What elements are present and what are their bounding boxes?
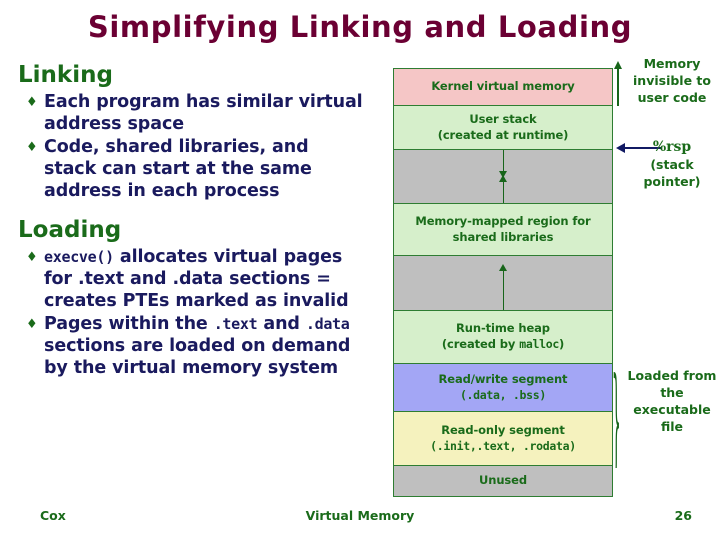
register-rsp-label: %rsp xyxy=(652,139,692,155)
mem-block-label: Read/write segment xyxy=(438,371,568,386)
mem-block-heap-gap xyxy=(394,256,612,311)
code-dot-text: .text xyxy=(213,314,258,333)
list-item: ♦ Each program has similar virtual addre… xyxy=(18,92,363,136)
mem-block-sublabel: shared libraries xyxy=(452,229,554,244)
linking-bullet-list: ♦ Each program has similar virtual addre… xyxy=(18,92,363,202)
heap-grow-up-arrow-icon xyxy=(500,264,507,310)
mem-block-read-only-segment: Read-only segment (.init,.text, .rodata) xyxy=(394,412,612,466)
mem-block-sublabel-code: (.init,.text, .rodata) xyxy=(430,438,576,453)
executable-brace-icon: } xyxy=(612,366,621,468)
mem-block-label: User stack xyxy=(469,111,537,126)
annotation-loaded-from-executable: Loaded from the executable file xyxy=(627,368,717,434)
mem-block-label: Memory-mapped region for xyxy=(415,213,591,228)
stack-grow-down-arrow-icon xyxy=(500,150,507,178)
slide-footer: Cox Virtual Memory 26 xyxy=(0,508,720,528)
mem-block-memory-mapped: Memory-mapped region for shared librarie… xyxy=(394,204,612,256)
bullet-diamond-icon: ♦ xyxy=(26,140,38,156)
virtual-address-space-diagram: Kernel virtual memory User stack (create… xyxy=(393,68,613,497)
mem-block-sublabel: (created at runtime) xyxy=(437,127,569,142)
mem-block-sublabel-code: (.data, .bss) xyxy=(459,387,547,402)
mem-block-runtime-heap: Run-time heap (created by malloc) xyxy=(394,311,612,364)
sublabel-suffix: ) xyxy=(558,337,565,351)
mem-block-unused: Unused xyxy=(394,466,612,496)
annotation-stack-pointer: %rsp (stack pointer) xyxy=(626,138,718,191)
code-dot-data: .data xyxy=(305,314,350,333)
bullet-diamond-icon: ♦ xyxy=(26,250,38,266)
content-column: Linking ♦ Each program has similar virtu… xyxy=(18,62,363,381)
mem-block-label: Read-only segment xyxy=(441,422,565,437)
list-item: ♦ Pages within the .text and .data secti… xyxy=(18,314,363,380)
section-heading-linking: Linking xyxy=(18,62,113,88)
mem-block-label: Unused xyxy=(479,473,527,488)
mem-block-sublabel: (created by malloc) xyxy=(442,337,564,353)
list-item: ♦ Code, shared libraries, and stack can … xyxy=(18,137,363,203)
code-execve: execve() xyxy=(44,248,114,267)
mem-block-user-stack: User stack (created at runtime) xyxy=(394,106,612,150)
bullet-diamond-icon: ♦ xyxy=(26,95,38,111)
mem-block-label: Run-time heap xyxy=(456,321,550,336)
mem-block-kernel: Kernel virtual memory xyxy=(394,69,612,106)
bullet-text-mid: and xyxy=(263,313,300,334)
bullet-text-after: sections are loaded on demand by the vir… xyxy=(44,335,351,378)
page-title: Simplifying Linking and Loading xyxy=(87,10,633,44)
mem-block-label: Kernel virtual memory xyxy=(431,79,575,94)
annotation-memory-invisible: Memory invisible to user code xyxy=(633,56,711,105)
mem-block-stack-gap xyxy=(394,150,612,204)
sublabel-prefix: (created by xyxy=(441,337,520,351)
bullet-text: Code, shared libraries, and stack can st… xyxy=(44,137,312,201)
stack-pointer-sublabel: (stack pointer) xyxy=(643,156,701,189)
list-item: ♦ execve() allocates virtual pages for .… xyxy=(18,247,363,313)
loading-bullet-list: ♦ execve() allocates virtual pages for .… xyxy=(18,247,363,379)
bullet-text: Each program has similar virtual address… xyxy=(44,92,363,135)
section-heading-loading: Loading xyxy=(18,216,122,243)
kernel-region-up-arrow-icon xyxy=(613,61,622,106)
footer-topic: Virtual Memory xyxy=(305,508,415,523)
footer-page-number: 26 xyxy=(674,508,692,523)
mem-block-read-write-segment: Read/write segment (.data, .bss) xyxy=(394,364,612,412)
bullet-diamond-icon: ♦ xyxy=(26,316,38,332)
code-malloc: malloc xyxy=(519,337,559,351)
bullet-text-before: Pages within the xyxy=(44,313,208,334)
heap-grow-up-arrow-icon xyxy=(500,175,507,203)
